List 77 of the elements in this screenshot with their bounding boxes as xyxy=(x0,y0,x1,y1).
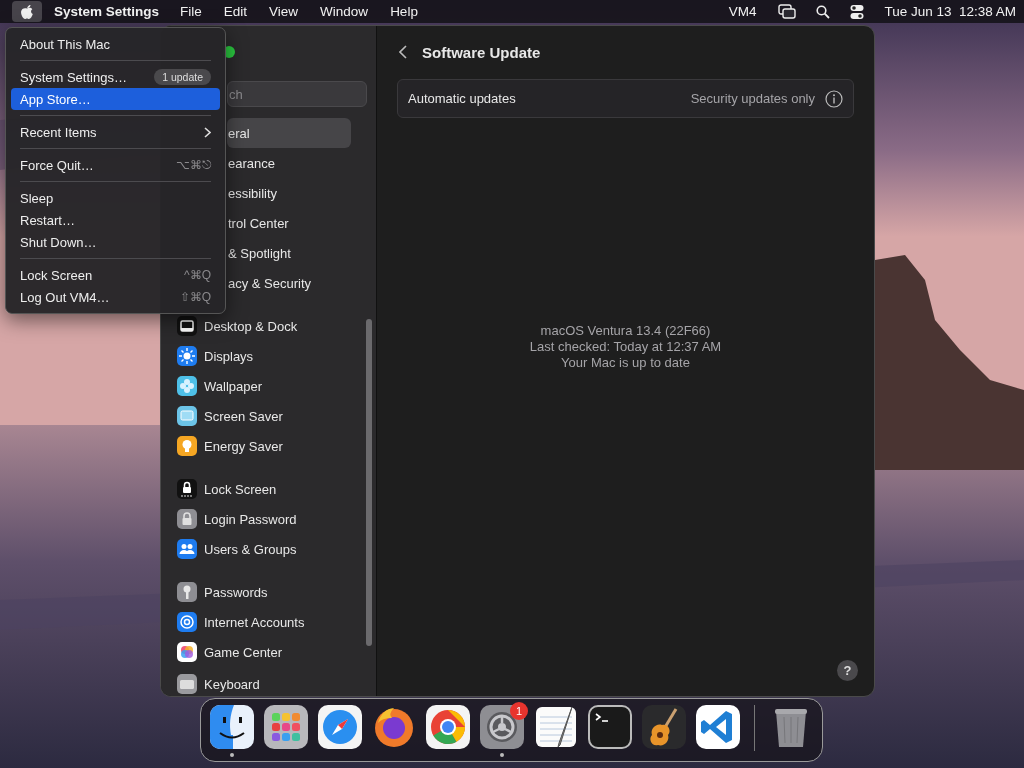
menu-title[interactable]: File xyxy=(180,4,202,19)
menu-title[interactable]: Window xyxy=(320,4,369,19)
automatic-updates-row[interactable]: Automatic updates Security updates only xyxy=(397,79,854,118)
terminal-icon[interactable] xyxy=(588,705,632,749)
sidebar-item[interactable]: Energy Saver xyxy=(161,431,351,461)
setting-label: Automatic updates xyxy=(408,91,517,106)
key-icon xyxy=(177,582,197,602)
sidebar-item[interactable]: Internet Accounts xyxy=(161,607,351,637)
menu-item[interactable]: Recent Items xyxy=(11,121,220,143)
compass-icon[interactable] xyxy=(318,705,362,749)
shortcut-label: ^⌘Q xyxy=(184,268,211,282)
status-text: macOS Ventura 13.4 (22F66) xyxy=(540,323,711,339)
menu-item[interactable]: App Store… xyxy=(11,88,220,110)
back-icon[interactable] xyxy=(399,45,407,59)
sun-icon xyxy=(177,346,197,366)
sidebar-item[interactable]: Passwords xyxy=(161,577,351,607)
guitar-icon[interactable] xyxy=(642,705,686,749)
menu-item[interactable]: Shut Down… xyxy=(11,231,220,253)
menu-item[interactable]: Restart… xyxy=(11,209,220,231)
menu-item[interactable]: Lock Screen ^⌘Q xyxy=(11,264,220,286)
status-text: Your Mac is up to date xyxy=(561,355,690,371)
clock[interactable]: Tue Jun 13 12:38 AM xyxy=(884,4,1016,19)
shortcut-label: ⇧⌘Q xyxy=(179,290,211,304)
sidebar-item[interactable]: Displays xyxy=(161,341,351,371)
sidebar-item[interactable]: Keyboard xyxy=(161,669,351,696)
update-badge: 1 update xyxy=(154,69,211,85)
sidebar-item[interactable]: & Spotlight xyxy=(227,238,351,268)
app-menu[interactable]: System Settings xyxy=(54,4,160,19)
sidebar-item[interactable]: eral xyxy=(227,118,351,148)
sidebar-item[interactable]: trol Center xyxy=(227,208,351,238)
sidebar-item[interactable]: Lock Screen xyxy=(161,474,351,504)
setting-value: Security updates only xyxy=(690,91,815,106)
lightbulb-icon xyxy=(177,436,197,456)
menu-title[interactable]: Edit xyxy=(223,4,248,19)
info-icon[interactable] xyxy=(825,89,843,108)
notification-badge: 1 xyxy=(510,702,528,720)
menu-item[interactable]: About This Mac xyxy=(11,33,220,55)
menu-item[interactable]: Log Out VM4… ⇧⌘Q xyxy=(11,286,220,308)
page-title: Software Update xyxy=(422,43,541,61)
apple-icon xyxy=(20,3,34,20)
sidebar-item[interactable]: essibility xyxy=(227,178,351,208)
flower-icon xyxy=(177,376,197,396)
finder-face-icon[interactable] xyxy=(210,705,254,749)
lock-icon xyxy=(177,479,197,499)
shortcut-label: ⌥⌘⎋ xyxy=(176,158,211,172)
menu-item[interactable]: Sleep xyxy=(11,187,220,209)
screen-icon xyxy=(177,406,197,426)
help-button[interactable]: ? xyxy=(837,660,858,681)
sidebar-item[interactable]: earance xyxy=(227,148,351,178)
bubbles-icon xyxy=(177,642,197,662)
lock-icon xyxy=(177,509,197,529)
menu-item[interactable]: Force Quit… ⌥⌘⎋ xyxy=(11,154,220,176)
windows-icon[interactable] xyxy=(778,3,797,20)
sidebar-item[interactable]: Users & Groups xyxy=(161,534,351,564)
menu-item[interactable]: System Settings… 1 update xyxy=(11,66,220,88)
chrome-icon[interactable] xyxy=(426,705,470,749)
sidebar-item[interactable]: Desktop & Dock xyxy=(161,311,351,341)
people-icon xyxy=(177,539,197,559)
apple-menu-button[interactable] xyxy=(12,1,42,22)
user-menu[interactable]: VM4 xyxy=(728,4,757,19)
sidebar-item[interactable]: acy & Security xyxy=(227,268,351,298)
menu-title[interactable]: Help xyxy=(390,4,418,19)
control-center-icon[interactable] xyxy=(850,3,865,20)
vscode-icon[interactable] xyxy=(696,705,740,749)
search-field[interactable]: ch xyxy=(227,81,367,107)
sidebar-item[interactable]: Login Password xyxy=(161,504,351,534)
app-grid-icon[interactable] xyxy=(264,705,308,749)
search-icon[interactable] xyxy=(816,4,831,19)
scrollbar[interactable] xyxy=(366,319,372,646)
sidebar-item[interactable]: Screen Saver xyxy=(161,401,351,431)
sidebar-item[interactable]: Game Center xyxy=(161,637,351,667)
paper-pen-icon[interactable] xyxy=(534,705,578,749)
menu-title[interactable]: View xyxy=(269,4,299,19)
display-icon xyxy=(177,316,197,336)
sidebar-item[interactable]: Wallpaper xyxy=(161,371,351,401)
chevron-right-icon xyxy=(204,126,211,138)
status-text: Last checked: Today at 12:37 AM xyxy=(529,339,722,355)
